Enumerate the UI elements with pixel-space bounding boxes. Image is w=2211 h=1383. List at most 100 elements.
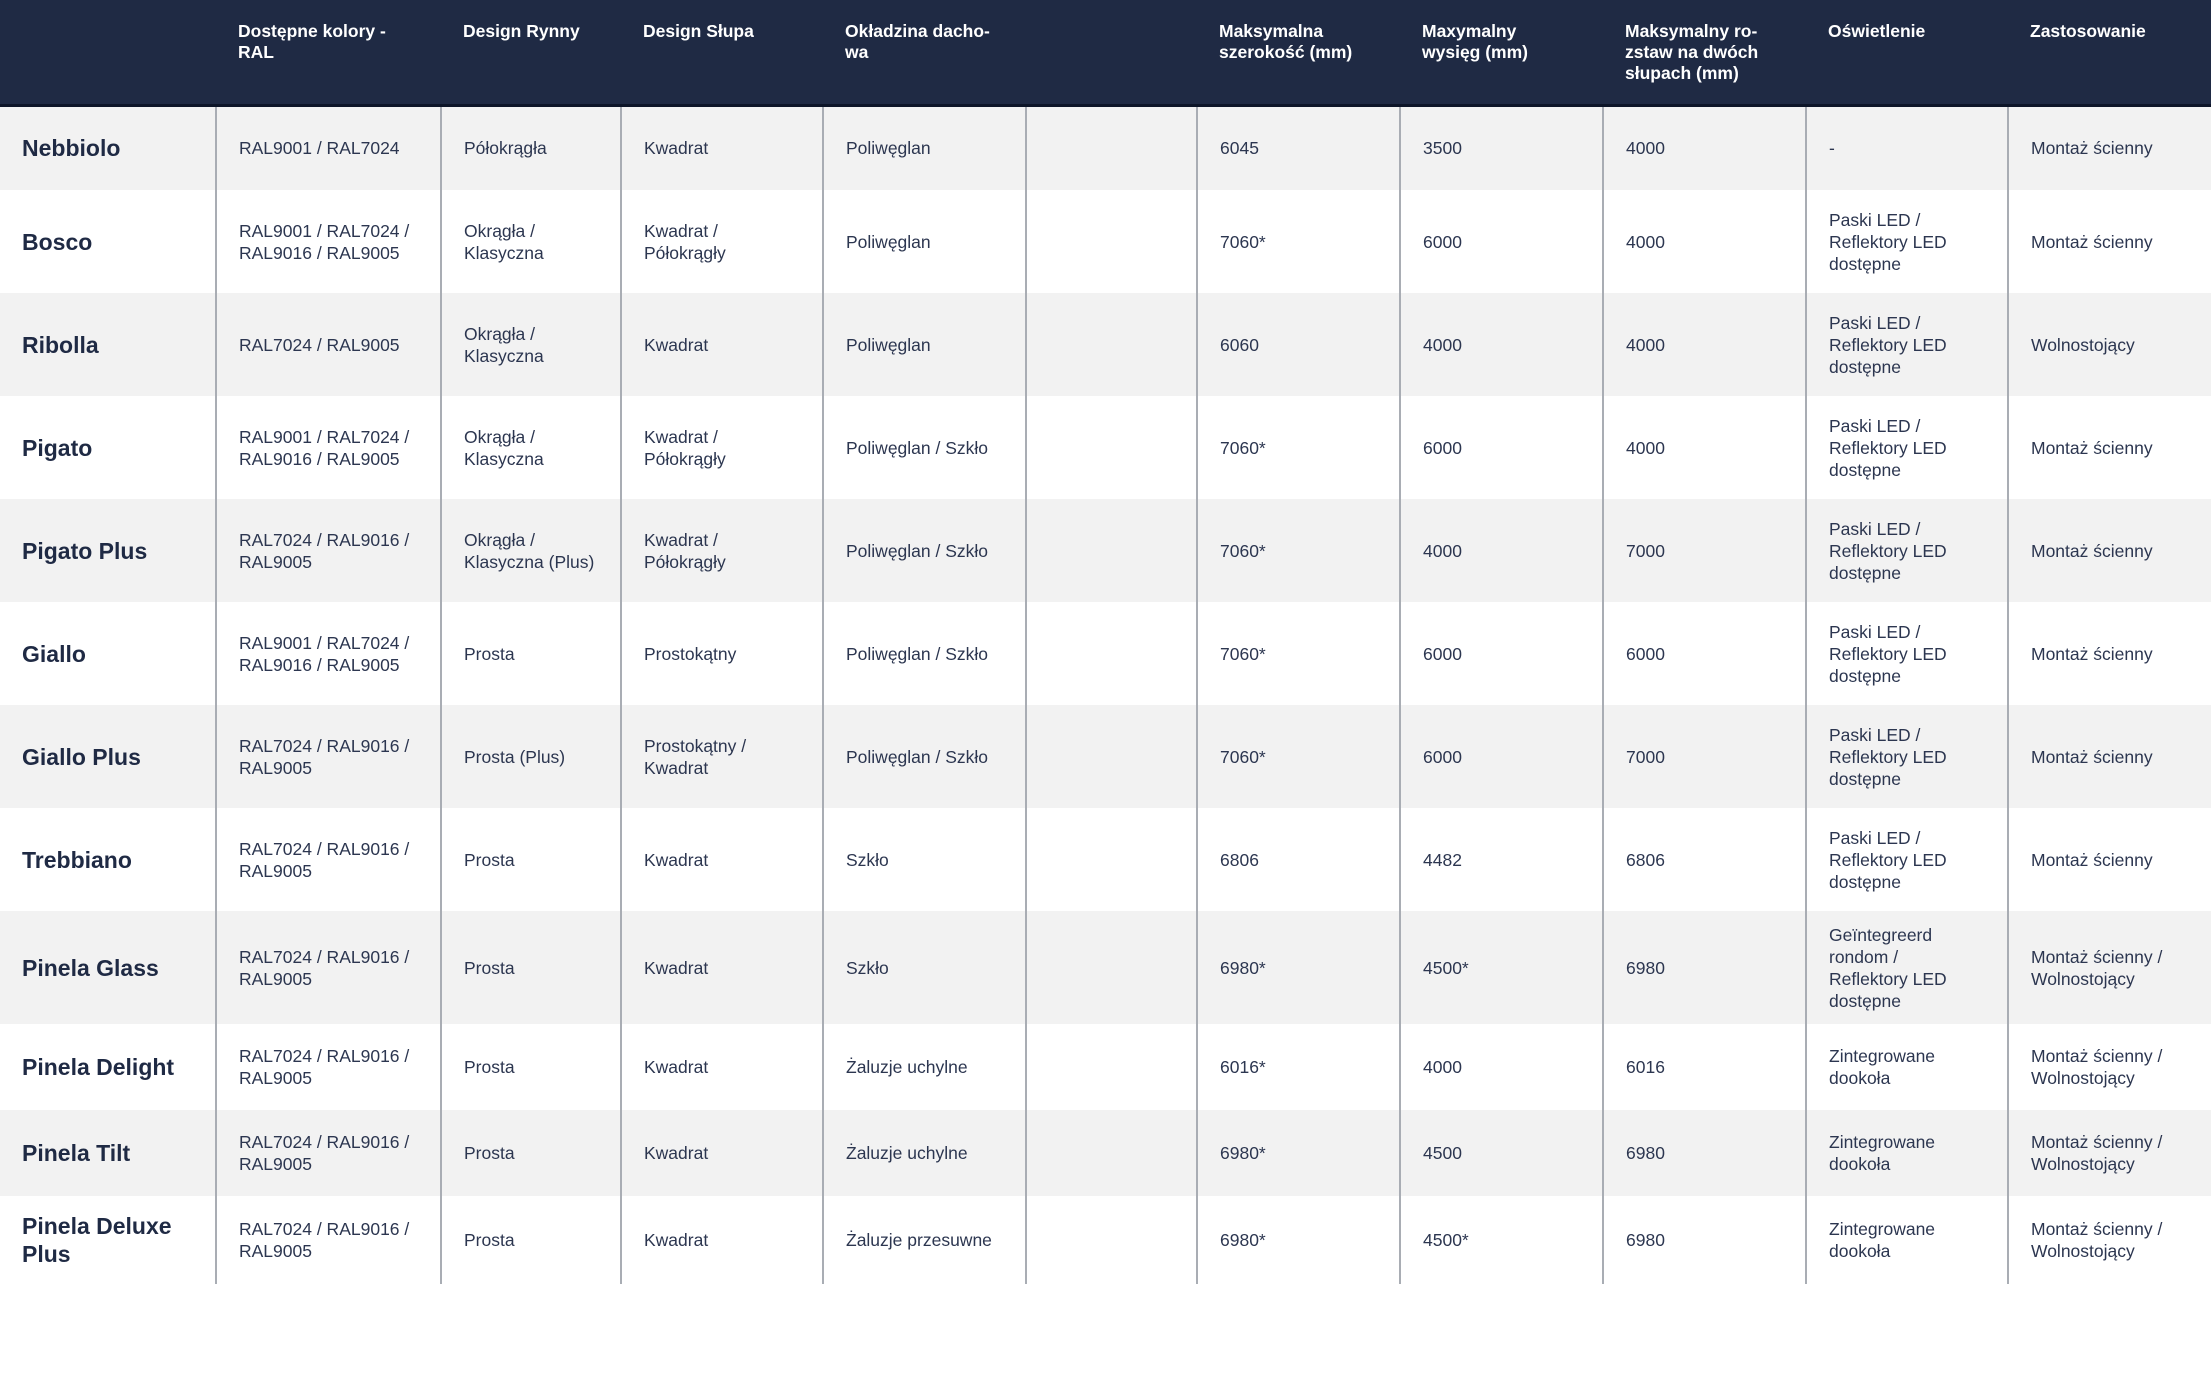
cell-text: Poliwęglan / Szkło bbox=[846, 643, 989, 664]
max-depth-cell: 4482 bbox=[1399, 808, 1603, 911]
header-gutter-design: Design Rynny bbox=[441, 0, 621, 107]
cell-text: Kwadrat bbox=[644, 138, 709, 159]
cell-text: Pinela Delight bbox=[22, 1054, 175, 1080]
cell-text: Żaluzje uchylne bbox=[846, 1143, 968, 1163]
roof-cover-cell: Poliwęglan bbox=[822, 105, 1026, 190]
max-span-cell: 7000 bbox=[1602, 499, 1806, 602]
empty-cell bbox=[1025, 396, 1197, 499]
max-width-cell: 7060* bbox=[1196, 602, 1400, 705]
post-design-cell: Kwadrat bbox=[620, 911, 823, 1024]
product-name: Giallo Plus bbox=[0, 705, 216, 808]
gutter-design-cell: Prosta bbox=[440, 1196, 621, 1284]
roof-cover-cell: Poliwęglan / Szkło bbox=[822, 705, 1026, 808]
cell-text: Paski LED / Reflektory LED dostępne bbox=[1829, 209, 1947, 274]
gutter-design-cell: Prosta bbox=[440, 1024, 621, 1110]
max-width-cell: 6980* bbox=[1196, 1110, 1400, 1196]
cell-text: Okrągła / Klasyczna (Plus) bbox=[464, 529, 595, 572]
cell-text: RAL7024 / RAL9016 / RAL9005 bbox=[239, 1046, 410, 1088]
header-max-width: Maksymalna szerokość (mm) bbox=[1197, 0, 1400, 107]
cell-text: 6000 bbox=[1423, 643, 1462, 664]
cell-text: Montaż ścienny bbox=[2031, 849, 2153, 870]
max-span-cell: 6980 bbox=[1602, 911, 1806, 1024]
header-colors: Dostępne kolory - RAL bbox=[216, 0, 441, 107]
cell-text: Montaż ścienny / Wolnostojący bbox=[2031, 1132, 2163, 1174]
cell-text: 6016* bbox=[1220, 1057, 1266, 1077]
cell-text: Pinela Tilt bbox=[22, 1140, 131, 1166]
colors-cell: RAL9001 / RAL7024 / RAL9016 / RAL9005 bbox=[215, 190, 441, 293]
max-width-cell: 6980* bbox=[1196, 911, 1400, 1024]
max-depth-cell: 6000 bbox=[1399, 396, 1603, 499]
colors-cell: RAL7024 / RAL9005 bbox=[215, 293, 441, 396]
gutter-design-cell: Okrągła / Klasyczna bbox=[440, 190, 621, 293]
cell-text: 4482 bbox=[1423, 849, 1462, 870]
cell-text: 4000 bbox=[1423, 540, 1462, 561]
max-width-cell: 6060 bbox=[1196, 293, 1400, 396]
lighting-cell: Paski LED / Reflektory LED dostępne bbox=[1805, 293, 2008, 396]
max-span-cell: 6980 bbox=[1602, 1110, 1806, 1196]
cell-text: RAL7024 / RAL9005 bbox=[239, 334, 400, 355]
table-row: Ribolla RAL7024 / RAL9005 Okrągła / Klasyc… bbox=[0, 293, 2211, 396]
cell-text: Żaluzje uchylne bbox=[846, 1057, 968, 1077]
cell-text: Prosta bbox=[464, 957, 515, 978]
cell-text: 6980* bbox=[1220, 1143, 1266, 1163]
cell-text: 4000 bbox=[1626, 437, 1665, 458]
cell-text: Montaż ścienny / Wolnostojący bbox=[2031, 1219, 2163, 1261]
gutter-design-cell: Prosta bbox=[440, 808, 621, 911]
cell-text: Wolnostojący bbox=[2031, 334, 2135, 355]
cell-text: Poliwęglan / Szkło bbox=[846, 746, 989, 767]
max-span-cell: 4000 bbox=[1602, 293, 1806, 396]
cell-text: Szkło bbox=[846, 957, 889, 978]
max-depth-cell: 4000 bbox=[1399, 499, 1603, 602]
cell-text: Prosta bbox=[464, 1057, 515, 1077]
max-span-cell: 4000 bbox=[1602, 105, 1806, 190]
empty-cell bbox=[1025, 808, 1197, 911]
table-row: Giallo Plus RAL7024 / RAL9016 / RAL9005 Pr… bbox=[0, 705, 2211, 808]
cell-text: Poliwęglan / Szkło bbox=[846, 437, 989, 458]
max-depth-cell: 4000 bbox=[1399, 1024, 1603, 1110]
cell-text: Ribolla bbox=[22, 331, 99, 358]
cell-text: Montaż ścienny bbox=[2031, 643, 2153, 664]
gutter-design-cell: Prosta bbox=[440, 1110, 621, 1196]
cell-text: 7000 bbox=[1626, 746, 1665, 767]
cell-text: 4000 bbox=[1626, 334, 1665, 355]
cell-text: 7000 bbox=[1626, 540, 1665, 561]
cell-text: Poliwęglan / Szkło bbox=[846, 540, 989, 561]
max-width-cell: 7060* bbox=[1196, 190, 1400, 293]
cell-text: RAL7024 / RAL9016 / RAL9005 bbox=[239, 1132, 410, 1174]
colors-cell: RAL9001 / RAL7024 bbox=[215, 105, 441, 190]
empty-cell bbox=[1025, 602, 1197, 705]
empty-cell bbox=[1025, 1110, 1197, 1196]
cell-text: 4500* bbox=[1423, 957, 1469, 978]
cell-text: Prosta bbox=[464, 1230, 515, 1250]
table-row: Pigato RAL9001 / RAL7024 / RAL9016 / RAL9… bbox=[0, 396, 2211, 499]
application-cell: Montaż ścienny bbox=[2007, 105, 2211, 190]
max-width-cell: 7060* bbox=[1196, 499, 1400, 602]
max-span-cell: 6806 bbox=[1602, 808, 1806, 911]
application-cell: Montaż ścienny bbox=[2007, 499, 2211, 602]
cell-text: Pigato Plus bbox=[22, 537, 148, 564]
cell-text: RAL7024 / RAL9016 / RAL9005 bbox=[239, 1219, 410, 1261]
empty-cell bbox=[1025, 1024, 1197, 1110]
cell-text: RAL7024 / RAL9016 / RAL9005 bbox=[239, 946, 410, 989]
max-depth-cell: 6000 bbox=[1399, 190, 1603, 293]
product-name: Bosco bbox=[0, 190, 216, 293]
roof-cover-cell: Szkło bbox=[822, 911, 1026, 1024]
cell-text: Okrągła / Klasyczna bbox=[464, 220, 544, 263]
header-post-design: Design Słupa bbox=[621, 0, 823, 107]
cell-text: 7060* bbox=[1220, 540, 1266, 561]
max-depth-cell: 4500* bbox=[1399, 911, 1603, 1024]
product-name: Pinela Deluxe Plus bbox=[0, 1196, 216, 1284]
max-width-cell: 7060* bbox=[1196, 396, 1400, 499]
application-cell: Montaż ścienny bbox=[2007, 808, 2211, 911]
cell-text: 4500* bbox=[1423, 1230, 1469, 1250]
cell-text: 6806 bbox=[1626, 849, 1665, 870]
colors-cell: RAL7024 / RAL9016 / RAL9005 bbox=[215, 1196, 441, 1284]
cell-text: 6000 bbox=[1423, 746, 1462, 767]
table-row: Pinela Glass RAL7024 / RAL9016 / RAL9005 P… bbox=[0, 911, 2211, 1024]
colors-cell: RAL9001 / RAL7024 / RAL9016 / RAL9005 bbox=[215, 396, 441, 499]
cell-text: Żaluzje przesuwne bbox=[846, 1230, 992, 1250]
roof-cover-cell: Żaluzje uchylne bbox=[822, 1024, 1026, 1110]
product-spec-table: Dostępne kolory - RAL Design Rynny Desig… bbox=[0, 0, 2211, 1284]
cell-text: 6980 bbox=[1626, 1230, 1665, 1250]
lighting-cell: Zintegrowane dookoła bbox=[1805, 1196, 2008, 1284]
